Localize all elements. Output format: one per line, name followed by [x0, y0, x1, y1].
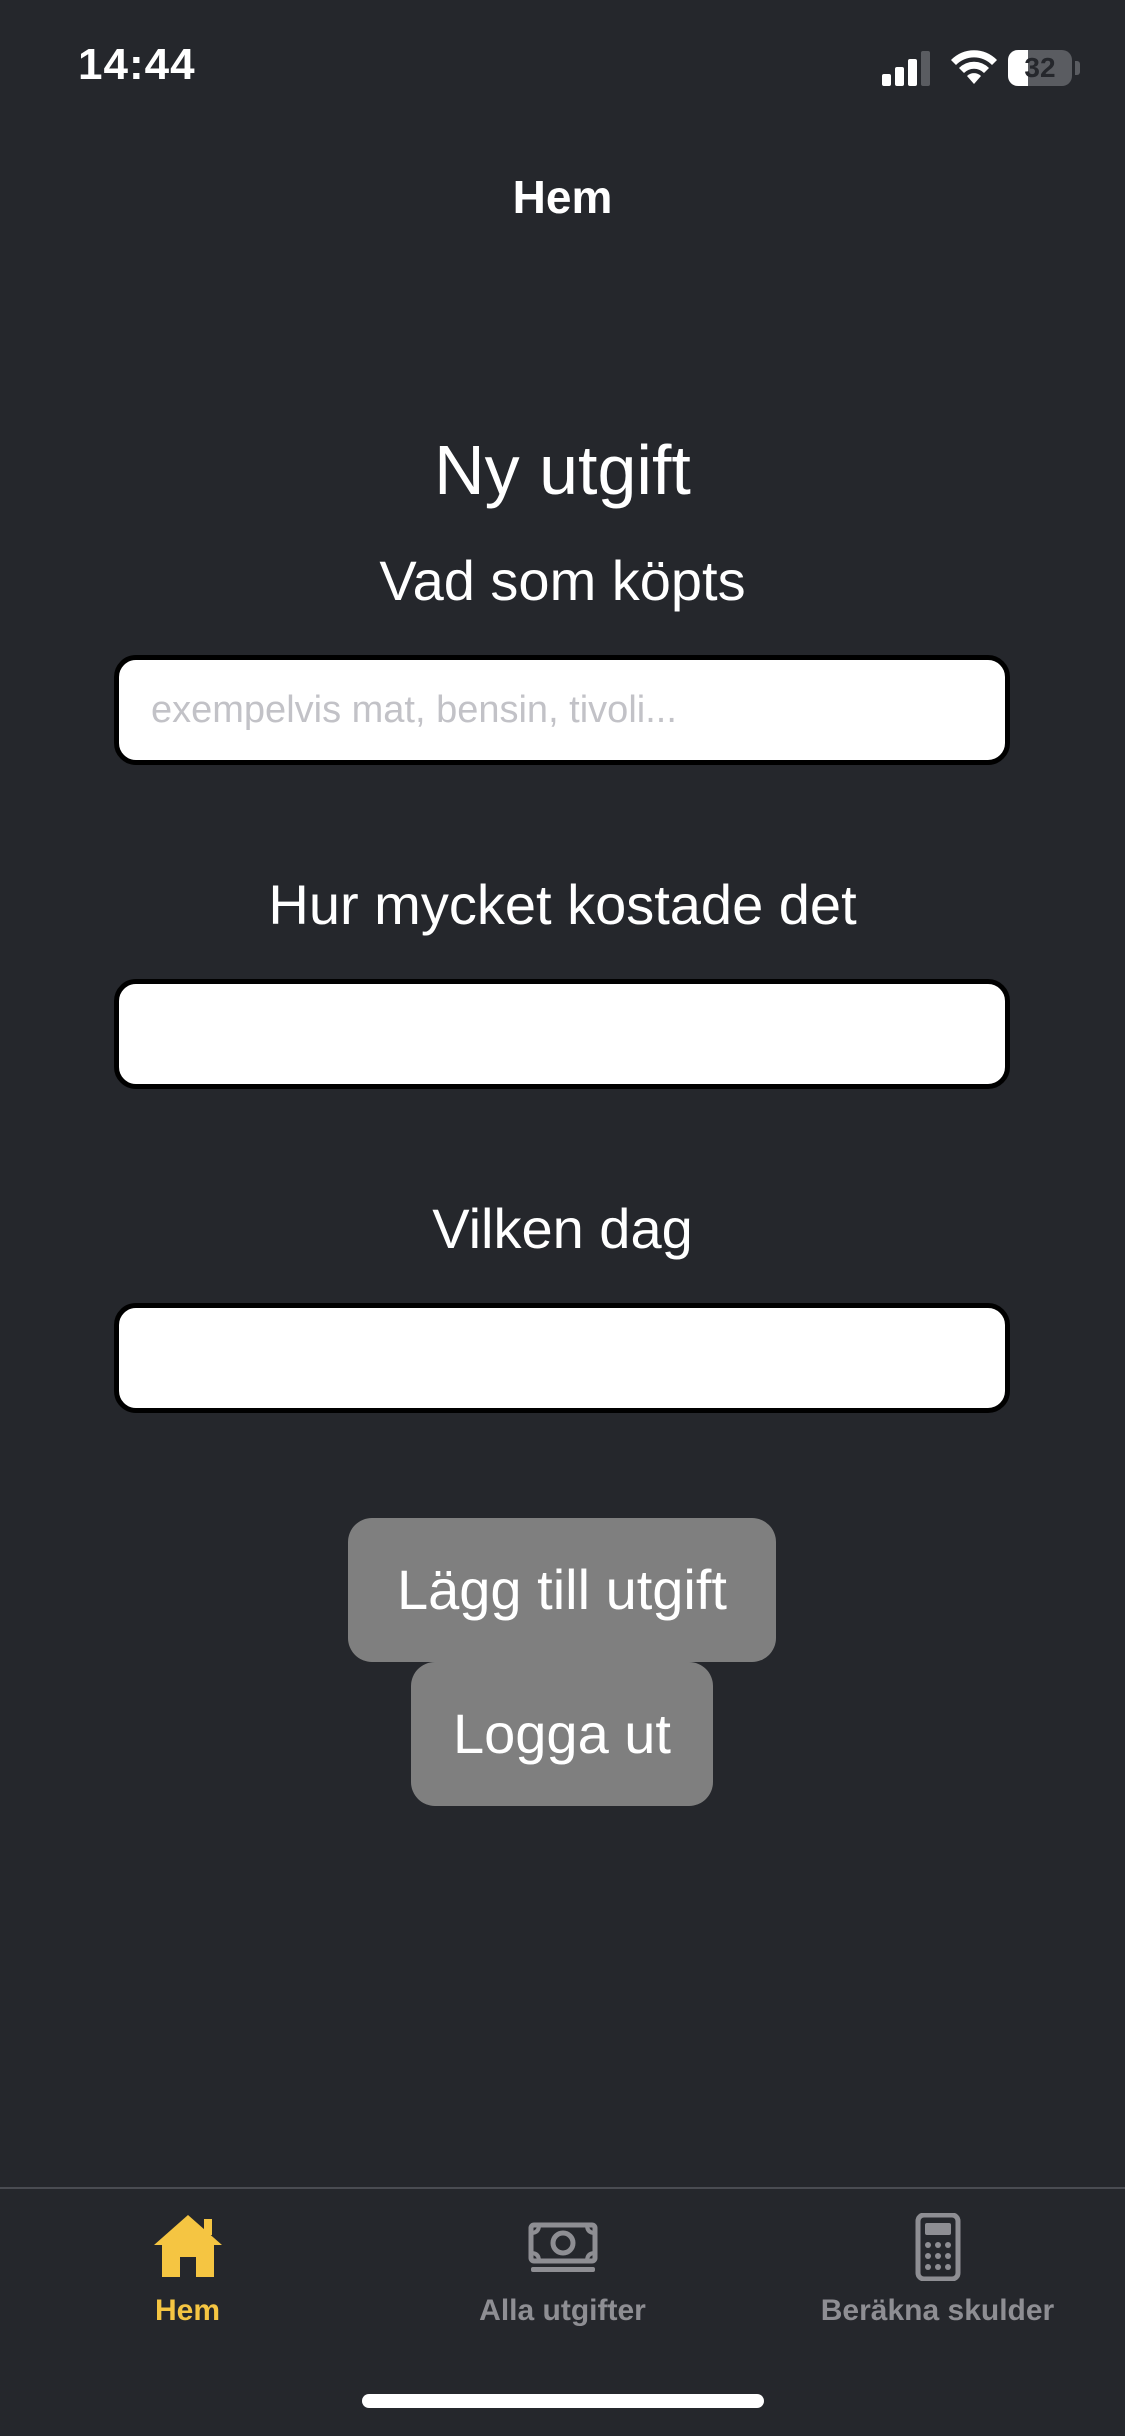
- tab-calculate-debts[interactable]: Beräkna skulder: [750, 2189, 1125, 2369]
- add-expense-button[interactable]: Lägg till utgift: [348, 1518, 776, 1662]
- home-icon: [154, 2215, 222, 2277]
- tab-all-expenses[interactable]: Alla utgifter: [375, 2189, 750, 2369]
- cost-label: Hur mycket kostade det: [268, 873, 857, 936]
- form-heading: Ny utgift: [434, 431, 691, 509]
- day-label: Vilken dag: [432, 1197, 693, 1260]
- app-screen: 14:44 32 Hem Ny utgift Vad som köpts Hur…: [0, 0, 1125, 2436]
- tab-home[interactable]: Hem: [0, 2189, 375, 2369]
- calculator-icon: [915, 2213, 961, 2281]
- what-input[interactable]: [114, 655, 1010, 765]
- money-icon: [528, 2222, 598, 2272]
- status-time: 14:44: [78, 40, 196, 89]
- tab-home-label: Hem: [154, 2294, 221, 2327]
- what-label: Vad som köpts: [379, 549, 746, 612]
- logout-button[interactable]: Logga ut: [411, 1662, 713, 1806]
- wifi-icon: [951, 50, 997, 84]
- tab-all-expenses-label: Alla utgifter: [479, 2294, 646, 2327]
- day-input[interactable]: [114, 1303, 1010, 1413]
- home-indicator: [362, 2394, 764, 2408]
- cost-input[interactable]: [114, 979, 1010, 1089]
- tab-calculate-debts-label: Beräkna skulder: [820, 2294, 1055, 2327]
- page-title: Hem: [512, 171, 613, 223]
- battery-level: 32: [1024, 52, 1056, 83]
- battery-icon: 32: [1008, 50, 1082, 86]
- cellular-signal-icon: [882, 51, 930, 86]
